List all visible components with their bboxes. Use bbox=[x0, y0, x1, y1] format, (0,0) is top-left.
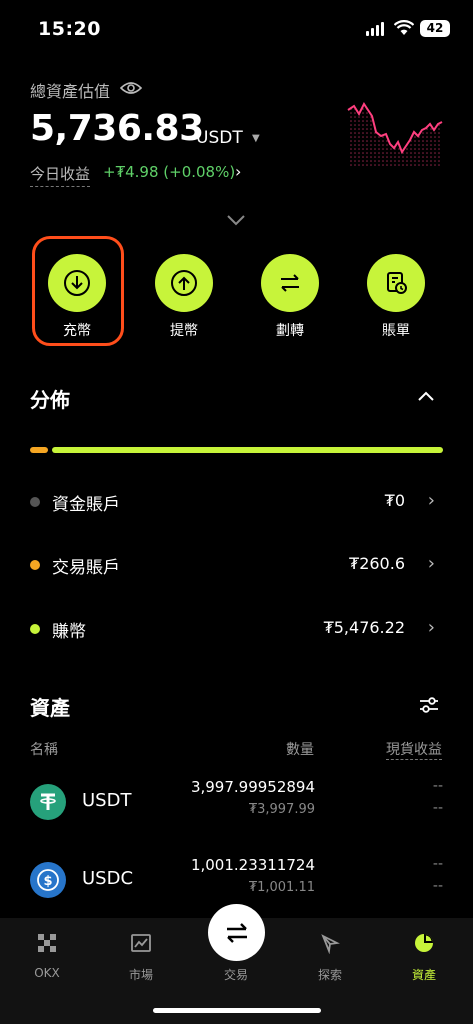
account-name: 賺幣 bbox=[52, 622, 86, 642]
nav-label: 市場 bbox=[128, 968, 153, 982]
home-indicator bbox=[153, 1008, 321, 1013]
column-header-quantity[interactable]: 數量 bbox=[286, 739, 314, 759]
chevron-right-icon[interactable]: › bbox=[428, 617, 435, 638]
nav-item-market[interactable]: 市場 bbox=[111, 932, 171, 983]
distribution-bar-earn bbox=[52, 447, 443, 453]
chevron-down-icon[interactable] bbox=[226, 214, 246, 226]
bill-label: 賬單 bbox=[382, 323, 410, 339]
nav-label-trade: 交易 bbox=[223, 968, 248, 982]
funding-account-row[interactable]: 資金賬戶 ₮0 › bbox=[30, 488, 443, 518]
account-value: ₮260.6 bbox=[349, 554, 405, 573]
svg-text:$: $ bbox=[43, 874, 52, 889]
asset-symbol: USDT bbox=[82, 790, 132, 811]
earn-account-row[interactable]: 賺幣 ₮5,476.22 › bbox=[30, 615, 443, 645]
caret-down-icon[interactable]: ▼ bbox=[252, 133, 260, 144]
transfer-label: 劃轉 bbox=[276, 323, 304, 339]
column-header-name: 名稱 bbox=[30, 742, 58, 758]
chevron-up-icon[interactable] bbox=[417, 390, 435, 402]
nav-label: OKX bbox=[34, 966, 60, 980]
assets-title: 資產 bbox=[30, 696, 70, 720]
asset-amount: 1,001.23311724 bbox=[190, 856, 315, 874]
asset-amount: 3,997.99952894 bbox=[190, 778, 315, 796]
asset-spot-pnl-percent: -- bbox=[432, 878, 443, 894]
usdt-coin-icon bbox=[30, 784, 66, 820]
signal-icon bbox=[366, 22, 386, 36]
status-time: 15:20 bbox=[38, 18, 101, 40]
trade-swap-icon bbox=[226, 922, 247, 943]
balance-sparkline-chart bbox=[347, 102, 443, 168]
asset-spot-pnl: -- bbox=[432, 778, 443, 794]
asset-spot-pnl: -- bbox=[432, 856, 443, 872]
asset-row-usdt[interactable]: USDT 3,997.99952894 ₮3,997.99 -- -- bbox=[30, 778, 443, 828]
asset-fiat-value: ₮3,997.99 bbox=[248, 802, 315, 817]
eye-icon[interactable] bbox=[120, 80, 142, 96]
column-header-spot-pnl[interactable]: 現貨收益 bbox=[386, 739, 442, 760]
distribution-bar-trading bbox=[30, 447, 48, 453]
account-value: ₮5,476.22 bbox=[323, 618, 405, 637]
chevron-right-icon[interactable]: › bbox=[428, 490, 435, 511]
asset-symbol: USDC bbox=[82, 868, 134, 889]
nav-label: 資產 bbox=[411, 968, 436, 982]
status-dot bbox=[30, 497, 40, 507]
account-value: ₮0 bbox=[384, 491, 405, 510]
transfer-icon[interactable] bbox=[261, 254, 319, 312]
today-pnl-label[interactable]: 今日收益 bbox=[30, 163, 91, 187]
explore-compass-icon bbox=[321, 934, 340, 955]
chevron-right-icon[interactable]: › bbox=[235, 162, 241, 181]
usdc-coin-icon: $ bbox=[30, 862, 66, 898]
withdraw-label: 提幣 bbox=[170, 323, 198, 339]
withdraw-icon[interactable] bbox=[155, 254, 213, 312]
battery-indicator: 42 bbox=[420, 20, 450, 37]
total-balance: 5,736.83 bbox=[30, 108, 204, 149]
asset-fiat-value: ₮1,001.11 bbox=[248, 880, 315, 895]
wifi-icon bbox=[394, 20, 414, 35]
total-valuation-label: 總資產估值 bbox=[30, 82, 111, 101]
currency-unit-selector[interactable]: USDT bbox=[196, 128, 243, 148]
trade-button[interactable] bbox=[208, 904, 265, 961]
nav-item-assets[interactable]: 資產 bbox=[394, 932, 454, 983]
deposit-highlight-box bbox=[32, 236, 124, 346]
distribution-title: 分佈 bbox=[30, 388, 70, 412]
nav-item-okx[interactable]: OKX bbox=[17, 932, 77, 980]
today-pnl-value[interactable]: +₮4.98 (+0.08%) bbox=[103, 163, 235, 181]
trading-account-row[interactable]: 交易賬戶 ₮260.6 › bbox=[30, 551, 443, 581]
status-dot bbox=[30, 624, 40, 634]
account-name: 交易賬戶 bbox=[52, 558, 120, 578]
account-name: 資金賬戶 bbox=[52, 495, 120, 515]
chevron-right-icon[interactable]: › bbox=[428, 553, 435, 574]
asset-row-usdc[interactable]: $ USDC 1,001.23311724 ₮1,001.11 -- -- bbox=[30, 856, 443, 906]
status-bar: 15:20 42 bbox=[0, 0, 473, 60]
nav-item-explore[interactable]: 探索 bbox=[300, 932, 360, 983]
market-chart-icon bbox=[131, 934, 151, 952]
bill-icon[interactable] bbox=[367, 254, 425, 312]
status-dot bbox=[30, 560, 40, 570]
bill-button[interactable]: 賬單 bbox=[356, 254, 436, 340]
nav-label: 探索 bbox=[317, 968, 342, 982]
filter-sliders-icon[interactable] bbox=[418, 694, 440, 716]
transfer-button[interactable]: 劃轉 bbox=[250, 254, 330, 340]
asset-spot-pnl-percent: -- bbox=[432, 800, 443, 816]
okx-logo-icon bbox=[38, 934, 56, 952]
withdraw-button[interactable]: 提幣 bbox=[144, 254, 224, 340]
assets-pie-icon bbox=[415, 934, 433, 952]
